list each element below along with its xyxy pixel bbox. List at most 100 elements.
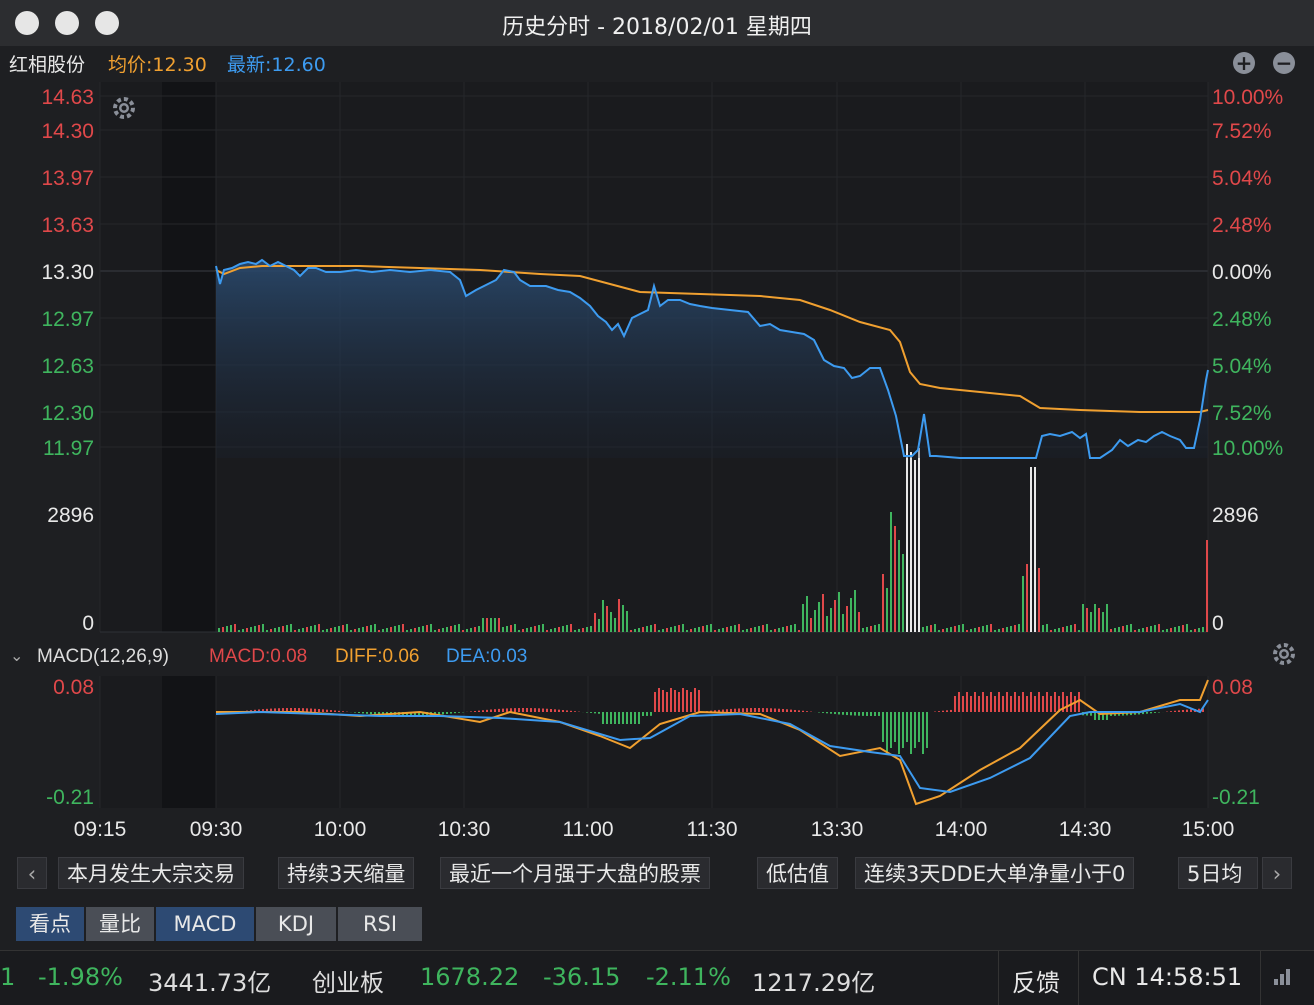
- volume-bar: [982, 626, 984, 632]
- volume-bar: [1178, 626, 1180, 632]
- macd-histogram-bar: [614, 712, 616, 724]
- volume-bar: [562, 626, 564, 632]
- percent-tick-label: 5.04%: [1212, 167, 1272, 190]
- volume-bar: [546, 630, 548, 632]
- macd-title: MACD(12,26,9): [37, 646, 169, 667]
- volume-bar: [422, 626, 424, 632]
- volume-bar: [594, 613, 596, 632]
- chevron-right-icon: ›: [1273, 862, 1281, 886]
- volume-bar: [794, 624, 796, 632]
- percent-tick-label: 5.04%: [1212, 355, 1272, 378]
- macd-histogram-bar: [842, 712, 844, 715]
- macd-histogram-bar: [1050, 696, 1052, 712]
- volume-bar: [818, 602, 820, 632]
- macd-histogram-bar: [1006, 692, 1008, 712]
- zoom-out-button[interactable]: −: [1273, 52, 1295, 74]
- volume-bar: [434, 630, 436, 632]
- volume-bar: [334, 627, 336, 632]
- volume-bar: [994, 630, 996, 632]
- percent-tick-label: 7.52%: [1212, 120, 1272, 143]
- volume-tick-label: 0: [82, 612, 94, 635]
- tag-item[interactable]: 持续3天缩量: [278, 857, 414, 889]
- macd-histogram-bar: [786, 709, 788, 712]
- macd-histogram-bar: [826, 712, 828, 713]
- macd-histogram-bar: [886, 712, 888, 754]
- volume-tick-label: 2896: [1212, 504, 1259, 527]
- tab-kandian[interactable]: 看点: [16, 907, 84, 941]
- volume-bar: [930, 625, 932, 632]
- tab-macd[interactable]: MACD: [156, 907, 254, 941]
- volume-bar: [1066, 626, 1068, 632]
- macd-histogram-bar: [446, 712, 448, 714]
- status-item: 1: [0, 963, 15, 991]
- volume-bar: [246, 628, 248, 632]
- volume-bar: [1142, 628, 1144, 632]
- macd-histogram-bar: [770, 708, 772, 712]
- volume-bar: [846, 606, 848, 632]
- volume-bar: [806, 596, 808, 632]
- macd-histogram-bar: [754, 708, 756, 712]
- volume-bar: [1170, 628, 1172, 632]
- macd-histogram-bar: [1010, 696, 1012, 712]
- volume-bar: [490, 618, 492, 632]
- volume-bar: [734, 625, 736, 632]
- market-name[interactable]: 创业板: [312, 963, 384, 998]
- macd-histogram-bar: [982, 692, 984, 712]
- tag-item[interactable]: 5日均: [1178, 857, 1258, 889]
- volume-bar: [738, 624, 740, 632]
- volume-bar: [890, 512, 892, 632]
- volume-bar: [286, 625, 288, 632]
- volume-bar: [494, 618, 496, 632]
- volume-bar: [766, 624, 768, 632]
- volume-bar: [966, 630, 968, 632]
- tab-rsi[interactable]: RSI: [338, 907, 422, 941]
- tab-kdj[interactable]: KDJ: [256, 907, 336, 941]
- chevron-down-icon[interactable]: ⌄: [10, 648, 23, 665]
- volume-bar: [506, 626, 508, 632]
- macd-histogram-bar: [1046, 692, 1048, 712]
- macd-histogram-bar: [538, 708, 540, 712]
- macd-histogram-bar: [698, 690, 700, 712]
- macd-histogram-bar: [942, 711, 944, 712]
- intraday-chart[interactable]: ⌄ MACD(12,26,9) MACD:0.08 DIFF:0.06 DEA:…: [0, 80, 1314, 850]
- macd-histogram-bar: [342, 711, 344, 712]
- volume-bar: [502, 627, 504, 632]
- macd-histogram-bar: [574, 711, 576, 712]
- volume-bar: [1126, 625, 1128, 632]
- tag-item[interactable]: 最近一个月强于大盘的股票: [440, 857, 710, 889]
- percent-tick-label: 2.48%: [1212, 308, 1272, 331]
- volume-bar: [646, 626, 648, 632]
- macd-histogram-bar: [506, 708, 508, 712]
- macd-histogram-bar: [610, 712, 612, 724]
- status-item: -36.15: [543, 963, 620, 991]
- volume-bar: [430, 624, 432, 632]
- macd-histogram-bar: [922, 712, 924, 754]
- volume-bar: [886, 588, 888, 632]
- volume-bar: [954, 626, 956, 632]
- tags-scroll-right-button[interactable]: ›: [1262, 857, 1292, 889]
- volume-bar: [986, 625, 988, 632]
- tag-item[interactable]: 低估值: [757, 857, 838, 889]
- volume-bar: [1098, 608, 1100, 632]
- feedback-button[interactable]: 反馈: [1012, 963, 1060, 998]
- tag-item[interactable]: 连续3天DDE大单净量小于0: [855, 857, 1134, 889]
- volume-bar: [614, 618, 616, 632]
- volume-bar: [850, 598, 852, 632]
- macd-histogram-bar: [330, 710, 332, 712]
- minus-icon: −: [1276, 51, 1293, 75]
- tag-item[interactable]: 本月发生大宗交易: [58, 857, 244, 889]
- macd-tick-label: -0.21: [46, 786, 94, 809]
- volume-bar: [706, 625, 708, 632]
- volume-bar: [534, 626, 536, 632]
- zoom-in-button[interactable]: +: [1233, 52, 1255, 74]
- macd-tick-label: 0.08: [53, 676, 94, 699]
- macd-histogram-bar: [558, 710, 560, 712]
- volume-bar: [418, 627, 420, 632]
- volume-bar: [590, 626, 592, 632]
- status-item: -1.98%: [38, 963, 123, 991]
- macd-histogram-bar: [670, 688, 672, 712]
- macd-histogram-bar: [502, 709, 504, 712]
- tags-scroll-left-button[interactable]: ‹: [17, 857, 47, 889]
- volume-bar: [326, 629, 328, 632]
- tab-liangbi[interactable]: 量比: [86, 907, 154, 941]
